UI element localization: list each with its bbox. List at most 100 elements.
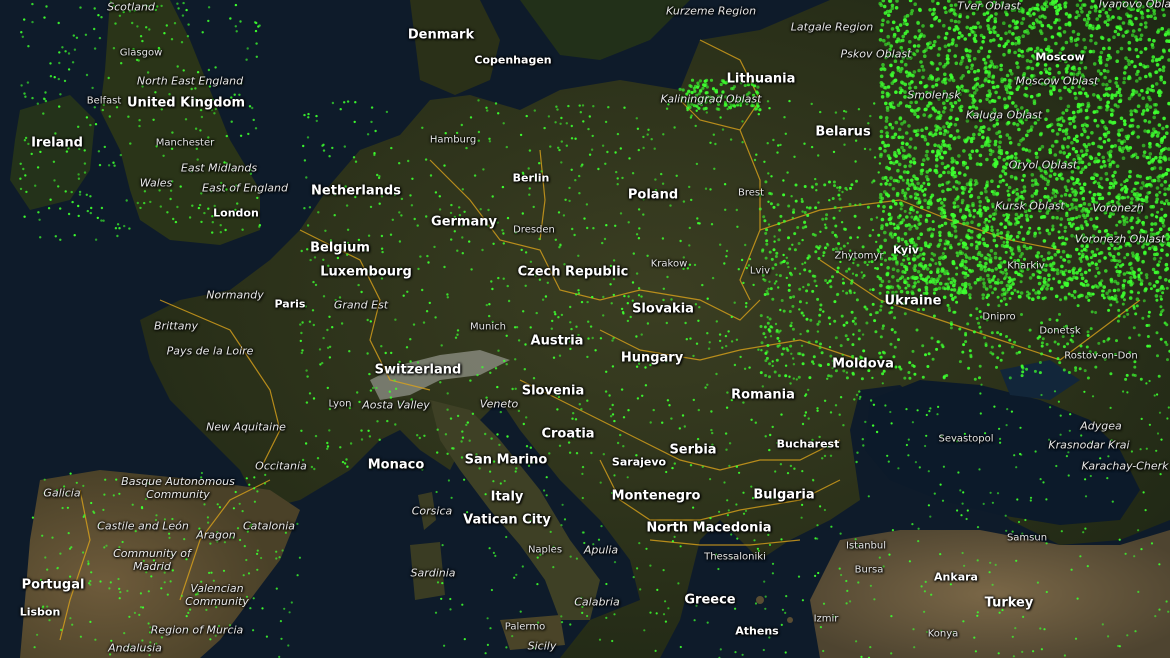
observation-point xyxy=(565,122,568,125)
observation-point xyxy=(149,200,152,204)
observation-point xyxy=(1048,123,1052,128)
observation-point xyxy=(856,236,859,239)
observation-point xyxy=(766,292,770,296)
observation-point xyxy=(1104,63,1109,67)
observation-point xyxy=(800,344,804,347)
observation-point xyxy=(23,92,26,95)
observation-point xyxy=(349,442,353,445)
observation-point xyxy=(1115,300,1119,304)
observation-point xyxy=(1005,151,1009,155)
observation-point xyxy=(790,273,793,277)
observation-point xyxy=(1077,214,1082,219)
observation-point xyxy=(1092,110,1097,114)
observation-point xyxy=(1021,8,1025,12)
observation-point xyxy=(987,89,992,93)
observation-point xyxy=(1051,129,1055,133)
observation-point xyxy=(179,185,182,188)
observation-point xyxy=(256,568,259,571)
observation-point xyxy=(997,263,1001,268)
observation-point xyxy=(425,215,428,218)
observation-point xyxy=(1013,288,1017,292)
observation-point xyxy=(1084,108,1089,113)
observation-point xyxy=(1019,280,1023,284)
observation-point xyxy=(670,417,673,420)
observation-point xyxy=(1083,284,1087,288)
observation-point xyxy=(1060,264,1064,269)
observation-point xyxy=(904,131,909,135)
observation-point xyxy=(804,394,807,397)
observation-point xyxy=(853,398,856,401)
observation-point xyxy=(416,434,419,437)
observation-point xyxy=(934,262,938,266)
observation-point xyxy=(1095,26,1099,31)
observation-point xyxy=(907,82,912,86)
observation-point xyxy=(440,344,443,347)
observation-point xyxy=(1122,139,1127,143)
observation-point xyxy=(1084,220,1088,224)
observation-point xyxy=(1005,237,1010,241)
observation-point xyxy=(1093,118,1097,123)
observation-point xyxy=(886,154,891,158)
observation-point xyxy=(402,294,405,297)
observation-point xyxy=(559,243,562,246)
observation-point xyxy=(978,213,983,218)
observation-point xyxy=(912,52,917,57)
observation-point xyxy=(498,443,501,447)
observation-point xyxy=(1002,97,1007,101)
observation-point xyxy=(824,217,828,221)
observation-point xyxy=(950,76,954,80)
observation-point xyxy=(883,144,888,148)
observation-point xyxy=(762,278,765,281)
observation-point xyxy=(1029,215,1033,219)
map-canvas[interactable]: Denmark United Kingdom Ireland Netherlan… xyxy=(0,0,1170,658)
observation-point xyxy=(1048,174,1053,178)
observation-point xyxy=(1097,259,1102,263)
observation-point xyxy=(969,313,973,317)
observation-point xyxy=(184,118,188,121)
observation-point xyxy=(786,171,789,174)
observation-point xyxy=(1137,291,1140,295)
observation-point xyxy=(1059,123,1063,128)
observation-point xyxy=(1064,269,1068,272)
observation-point xyxy=(322,295,326,298)
observation-point xyxy=(100,16,103,19)
observation-point xyxy=(992,124,997,128)
observation-point xyxy=(256,552,259,556)
observation-point xyxy=(331,101,335,105)
observation-point xyxy=(1159,297,1163,301)
observation-point xyxy=(505,145,508,149)
observation-point xyxy=(59,238,62,241)
observation-point xyxy=(607,106,610,109)
observation-point xyxy=(975,162,980,166)
observation-point xyxy=(308,206,312,209)
observation-point xyxy=(89,123,92,127)
observation-point xyxy=(1159,216,1163,220)
observation-point xyxy=(945,269,949,273)
observation-point xyxy=(434,191,438,194)
observation-point xyxy=(1149,287,1153,291)
observation-point xyxy=(611,413,615,416)
observation-point xyxy=(1105,177,1109,182)
observation-point xyxy=(176,65,179,68)
observation-point xyxy=(991,232,996,236)
observation-point xyxy=(669,204,672,207)
observation-point xyxy=(926,227,931,232)
observation-point xyxy=(900,80,904,85)
observation-point xyxy=(614,224,617,227)
observation-point xyxy=(89,583,92,586)
observation-point xyxy=(1137,333,1141,337)
observation-point xyxy=(564,198,567,201)
observation-point xyxy=(1109,279,1114,284)
observation-point xyxy=(532,377,536,380)
observation-point xyxy=(1089,327,1093,331)
observation-point xyxy=(765,289,769,293)
observation-point xyxy=(688,185,691,189)
observation-point xyxy=(1129,112,1134,117)
observation-point xyxy=(812,362,815,365)
observation-point xyxy=(243,545,246,548)
observation-point xyxy=(999,270,1003,274)
observation-point xyxy=(72,34,76,37)
observation-point xyxy=(797,242,801,245)
observation-point xyxy=(981,293,985,297)
observation-point xyxy=(937,286,942,291)
